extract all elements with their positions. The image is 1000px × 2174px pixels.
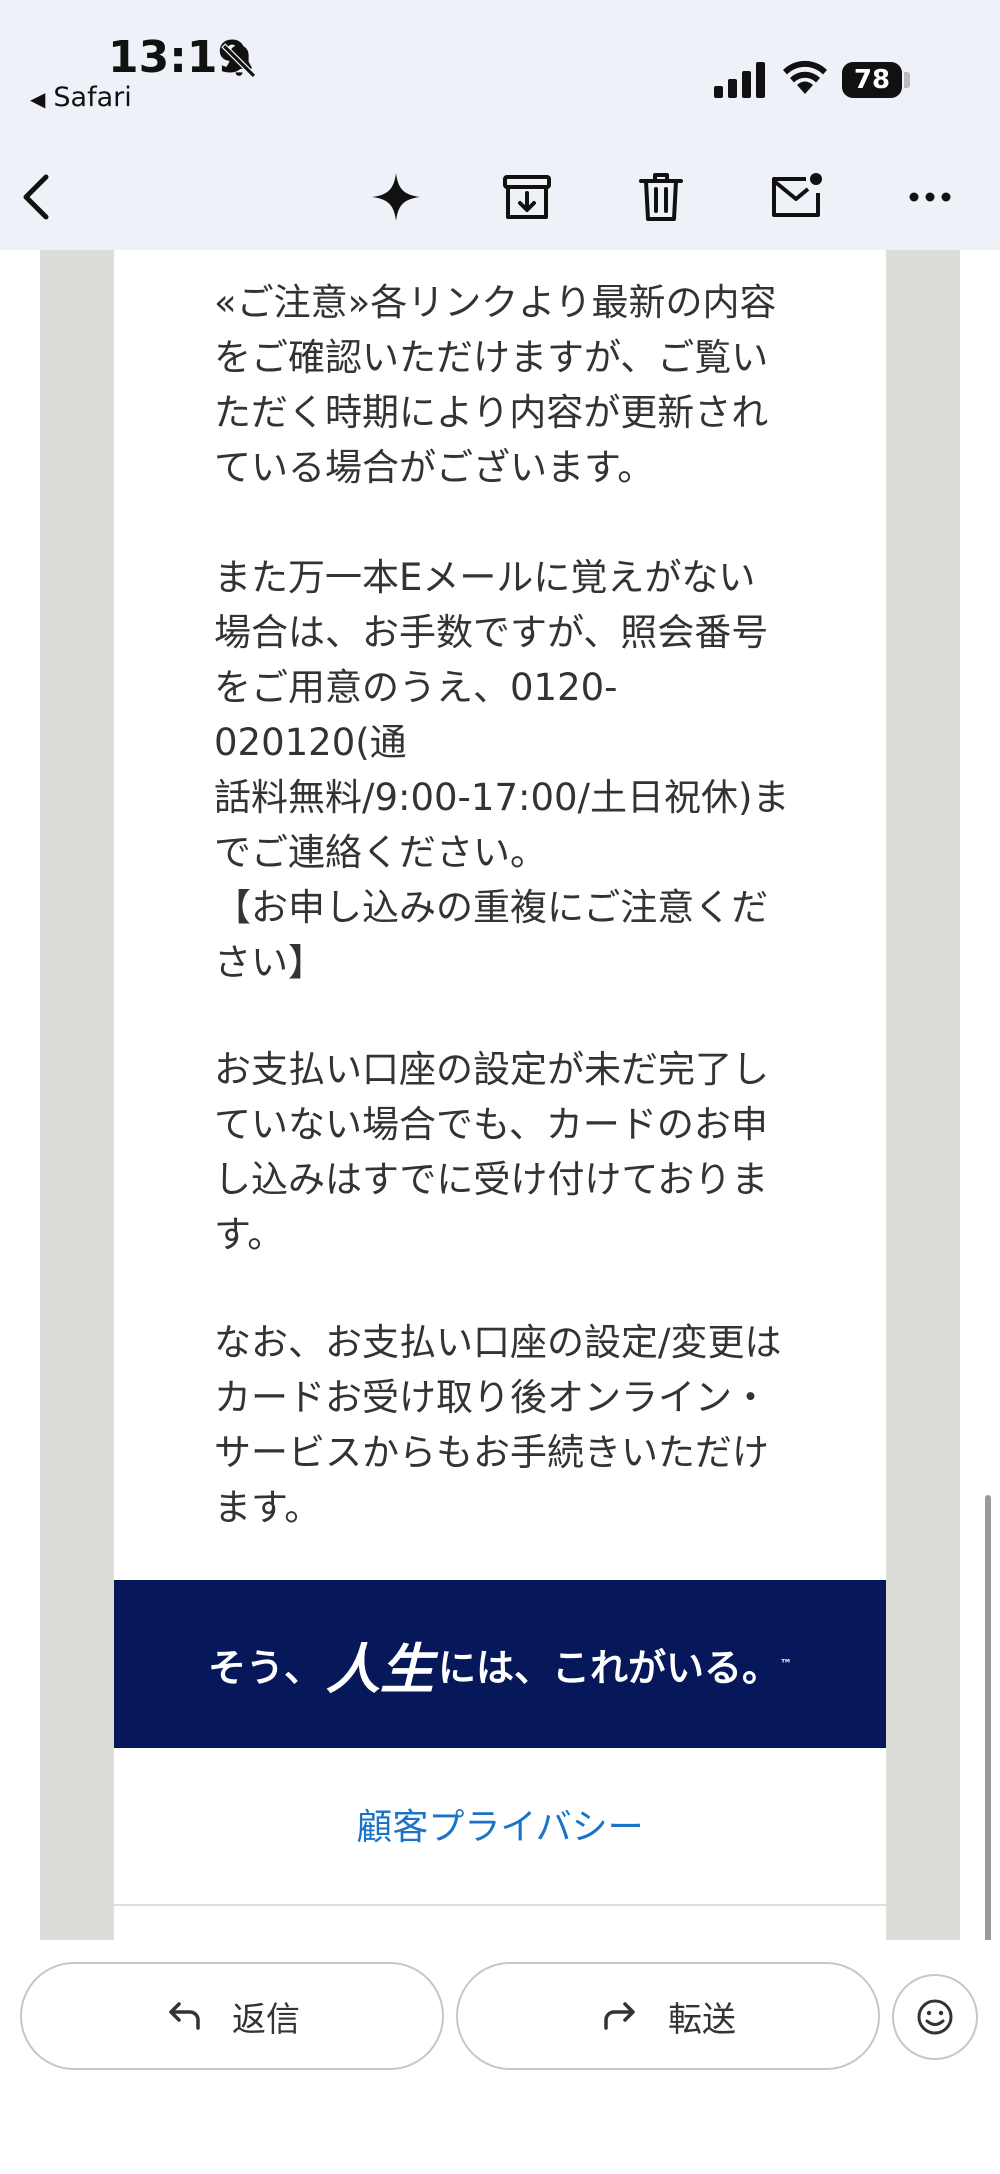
battery-indicator: 78 [842,62,902,98]
trash-icon [639,173,683,221]
forward-label: 転送 [668,1999,736,2040]
archive-icon [503,175,551,219]
brand-slogan: そう、 人生 には、これがいる。 ™ [207,1637,793,1701]
archive-button[interactable] [497,167,557,227]
account-change-paragraph: なお、お支払い口座の設定/変更は カードお受け取り後オンライン・ サービスからも… [214,1321,782,1529]
forward-button[interactable]: 転送 [456,1962,880,2070]
mark-unread-icon [772,173,822,217]
scrollbar[interactable] [985,1495,991,1955]
reply-button[interactable]: 返信 [20,1962,444,2070]
wifi-icon [783,60,827,94]
email-content: «ご注意»各リンクより最新の内容 をご確認いただけますが、ご覧い ただく時期によ… [0,250,1000,1955]
reply-icon [169,2002,200,2030]
cellular-signal-icon [714,62,765,98]
back-triangle-icon: ◀ [30,87,46,111]
brand-banner: そう、 人生 には、これがいる。 ™ [114,1580,886,1748]
email-left-margin [40,250,114,1940]
more-icon [909,192,951,202]
privacy-link[interactable]: 顧客プライバシー [114,1798,886,1850]
bell-muted-icon [221,43,257,79]
forward-icon [604,2002,635,2030]
footer-divider [114,1904,886,1906]
mark-unread-button[interactable] [766,167,826,227]
bottom-action-bar: 返信 転送 [0,1940,1000,2174]
back-icon [23,174,49,220]
notice-paragraph: «ご注意»各リンクより最新の内容 をご確認いただけますが、ご覧い ただく時期によ… [214,281,777,489]
email-body: «ご注意»各リンクより最新の内容 をご確認いただけますが、ご覧い ただく時期によ… [114,250,886,1940]
ai-sparkle-button[interactable] [366,167,426,227]
email-right-margin [886,250,960,1940]
emoji-reaction-button[interactable] [892,1974,978,2060]
mail-toolbar [0,145,1000,250]
delete-button[interactable] [631,167,691,227]
back-to-safari[interactable]: ◀ Safari [30,82,132,113]
smiley-icon [917,1999,953,2035]
more-button[interactable] [900,167,960,227]
back-button[interactable] [8,167,68,227]
account-setup-paragraph: お支払い口座の設定が未だ完了し ていない場合でも、カードのお申 し込みはすでに受… [214,1048,769,1256]
sparkle-icon [372,173,420,221]
duplicate-warning-heading: 【お申し込みの重複にご注意くだ さい】 [214,886,769,984]
reply-label: 返信 [232,1999,300,2040]
contact-paragraph: また万一本Eメールに覚えがない 場合は、お手数ですが、照会番号 をご用意のうえ、… [214,556,790,874]
battery-tip [904,72,910,88]
status-bar: 13:19 ◀ Safari 78 [0,0,1000,145]
